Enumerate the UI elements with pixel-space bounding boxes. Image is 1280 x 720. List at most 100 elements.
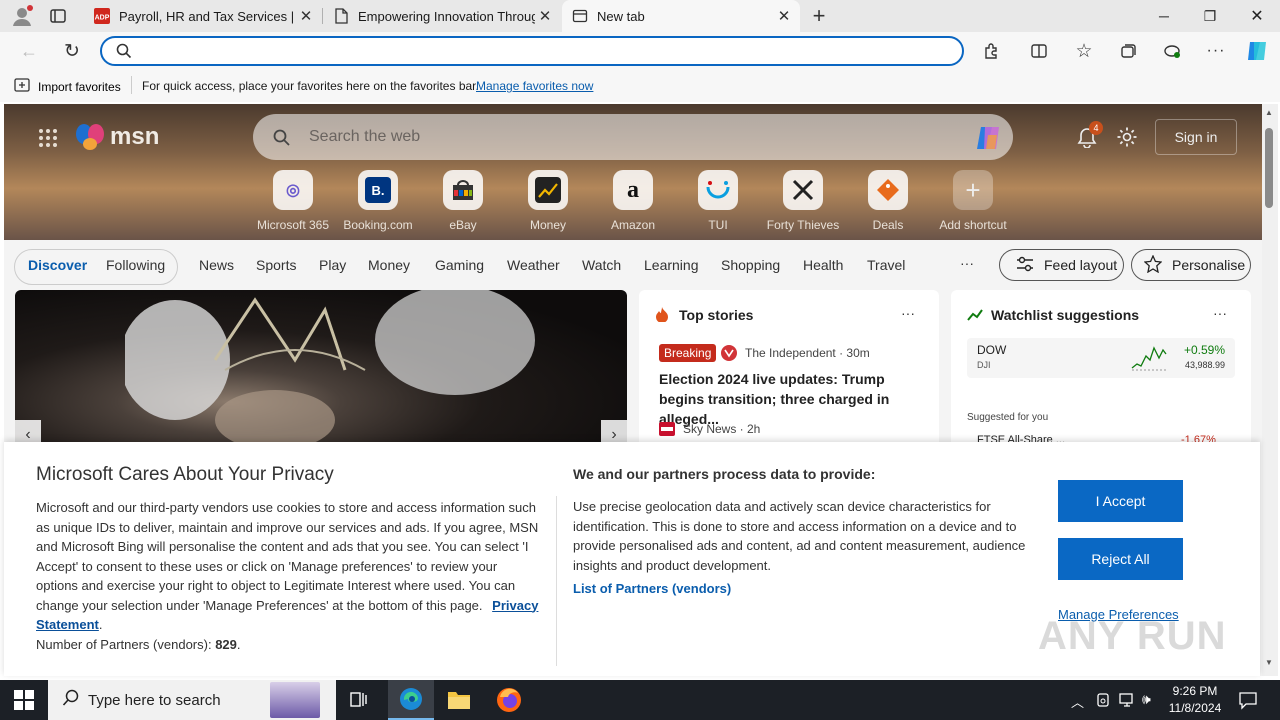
close-tab-icon[interactable]: ✕ — [774, 7, 794, 25]
volume-icon[interactable]: 🕪 — [1142, 691, 1151, 708]
notification-center-icon[interactable] — [1238, 690, 1258, 715]
address-bar[interactable] — [100, 36, 964, 66]
tray-device-icon[interactable] — [1095, 692, 1111, 713]
scroll-thumb[interactable] — [1265, 128, 1273, 208]
scroll-down-arrow-icon[interactable]: ▼ — [1265, 658, 1273, 667]
sliders-icon — [1016, 256, 1034, 275]
clock-date[interactable]: 11/8/2024 — [1165, 701, 1225, 715]
tab-title: Empowering Innovation Through — [358, 8, 535, 24]
add-shortcut-button[interactable]: + Add shortcut — [933, 170, 1013, 232]
featured-story-image[interactable]: ‹ › — [15, 290, 627, 450]
nav-weather[interactable]: Weather — [507, 257, 560, 273]
tab-adp[interactable]: ADP Payroll, HR and Tax Services | ADP ✕ — [84, 0, 322, 32]
split-screen-icon[interactable] — [1024, 36, 1054, 66]
tab-title: Payroll, HR and Tax Services | ADP — [119, 8, 296, 24]
search-icon — [273, 129, 291, 152]
shortcut-ebay[interactable]: eBay — [423, 170, 503, 232]
shortcut-booking[interactable]: B. Booking.com — [338, 170, 418, 232]
shortcut-money[interactable]: Money — [508, 170, 588, 232]
top-stories-title: Top stories — [679, 307, 754, 323]
shortcut-label: Deals — [872, 218, 904, 232]
nav-play[interactable]: Play — [319, 257, 346, 273]
tab-empowering[interactable]: Empowering Innovation Through ✕ — [323, 0, 561, 32]
taskbar-edge-button[interactable] — [388, 680, 434, 720]
watchlist-card: Watchlist suggestions ··· DOW DJI +0.59%… — [951, 290, 1251, 450]
minimize-button[interactable]: ─ — [1141, 0, 1187, 32]
nav-watch[interactable]: Watch — [582, 257, 621, 273]
story-headline[interactable]: Election 2024 live updates: Trump begins… — [659, 369, 927, 429]
performance-icon[interactable] — [1157, 36, 1187, 66]
shortcut-amazon[interactable]: a Amazon — [593, 170, 673, 232]
reject-all-button[interactable]: Reject All — [1058, 538, 1183, 580]
shortcut-label: Microsoft 365 — [256, 218, 330, 232]
nav-travel[interactable]: Travel — [867, 257, 905, 273]
shortcut-tui[interactable]: TUI — [678, 170, 758, 232]
windows-start-icon[interactable] — [14, 690, 34, 715]
list-of-partners-link[interactable]: List of Partners (vendors) — [573, 581, 731, 596]
nav-sports[interactable]: Sports — [256, 257, 296, 273]
shortcut-microsoft-365[interactable]: ◎ Microsoft 365 — [253, 170, 333, 232]
manage-favorites-link[interactable]: Manage favorites now — [476, 79, 593, 93]
msn-logo[interactable]: msn — [74, 122, 159, 152]
shortcut-deals[interactable]: Deals — [848, 170, 928, 232]
stock-change: +0.59% — [1183, 343, 1225, 357]
tab-actions-icon[interactable] — [48, 6, 72, 26]
ebay-icon — [443, 170, 483, 210]
close-tab-icon[interactable]: ✕ — [535, 7, 555, 25]
collections-icon[interactable] — [1113, 36, 1143, 66]
notifications-bell-icon[interactable]: 4 — [1076, 121, 1103, 153]
close-tab-icon[interactable]: ✕ — [296, 7, 316, 25]
copilot-icon[interactable] — [1244, 38, 1272, 64]
personalise-button[interactable]: Personalise — [1131, 249, 1251, 281]
feed-layout-label: Feed layout — [1044, 257, 1118, 273]
settings-gear-icon[interactable] — [1116, 126, 1138, 153]
sign-in-button[interactable]: Sign in — [1155, 119, 1237, 155]
back-button[interactable]: ← — [14, 36, 44, 66]
refresh-button[interactable]: ↻ — [57, 36, 87, 66]
nav-money[interactable]: Money — [368, 257, 410, 273]
firefox-icon[interactable] — [496, 687, 522, 718]
network-icon[interactable] — [1118, 692, 1136, 713]
address-input[interactable] — [142, 41, 942, 61]
restore-button[interactable]: ❐ — [1187, 0, 1233, 32]
taskbar-search-box[interactable]: Type here to search — [48, 680, 336, 720]
scroll-up-arrow-icon[interactable]: ▲ — [1265, 108, 1273, 117]
more-options-icon[interactable]: ··· — [901, 305, 915, 321]
shortcut-label: Money — [529, 218, 567, 232]
tab-discover[interactable]: Discover — [28, 257, 87, 273]
trend-icon — [967, 308, 983, 326]
close-window-button[interactable]: ✕ — [1234, 0, 1280, 32]
money-icon — [528, 170, 568, 210]
tab-following[interactable]: Following — [106, 257, 165, 273]
new-tab-button[interactable]: + — [808, 4, 830, 28]
tray-chevron-icon[interactable]: ︿ — [1071, 692, 1084, 711]
task-view-icon[interactable] — [349, 690, 369, 715]
stock-row-dow[interactable]: DOW DJI +0.59% 43,988.99 — [967, 338, 1235, 378]
copilot-icon[interactable] — [973, 123, 1003, 158]
watchlist-title: Watchlist suggestions — [991, 307, 1140, 323]
feed-layout-button[interactable]: Feed layout — [999, 249, 1124, 281]
breaking-badge: Breaking — [659, 344, 717, 362]
file-explorer-icon[interactable] — [447, 688, 471, 715]
shortcut-forty-thieves[interactable]: Forty Thieves — [763, 170, 843, 232]
shortcut-label: Booking.com — [343, 218, 413, 232]
nav-learning[interactable]: Learning — [644, 257, 699, 273]
nav-shopping[interactable]: Shopping — [721, 257, 780, 273]
nav-health[interactable]: Health — [803, 257, 843, 273]
apps-grid-icon[interactable] — [38, 128, 58, 153]
forty-thieves-icon — [783, 170, 823, 210]
more-categories-icon[interactable]: ··· — [960, 255, 974, 271]
msn-search-box[interactable]: Search the web — [253, 114, 1013, 160]
accept-button[interactable]: I Accept — [1058, 480, 1183, 522]
more-options-icon[interactable]: ··· — [1213, 305, 1227, 321]
favorites-star-icon[interactable]: ☆ — [1069, 36, 1099, 66]
page-scrollbar[interactable]: ▲ ▼ — [1262, 104, 1278, 676]
more-menu-icon[interactable]: ··· — [1201, 36, 1231, 66]
import-favorites-button[interactable]: Import favorites — [14, 78, 121, 95]
clock-time[interactable]: 9:26 PM — [1168, 684, 1222, 698]
nav-gaming[interactable]: Gaming — [435, 257, 484, 273]
profile-icon[interactable] — [10, 4, 36, 28]
extensions-icon[interactable] — [976, 36, 1006, 66]
nav-news[interactable]: News — [199, 257, 234, 273]
tab-new-tab[interactable]: New tab ✕ — [562, 0, 800, 32]
